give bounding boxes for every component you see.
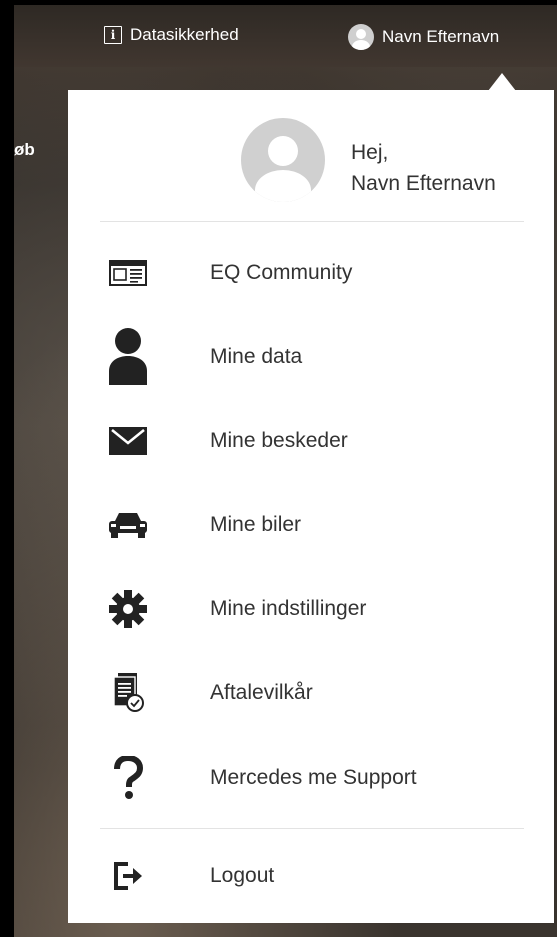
logout-button[interactable]: Logout: [68, 848, 554, 904]
divider: [100, 828, 524, 829]
gear-icon: [102, 583, 154, 635]
info-icon: i: [104, 26, 122, 44]
dropdown-caret: [488, 73, 516, 91]
greeting-text: Hej, Navn Efternavn: [351, 137, 496, 199]
divider: [100, 221, 524, 222]
question-icon: [102, 752, 154, 804]
logout-label: Logout: [210, 864, 275, 887]
logout-icon: [102, 850, 154, 902]
user-dropdown-menu: Hej, Navn Efternavn EQ Community Mine da…: [68, 90, 554, 923]
user-name-label: Navn Efternavn: [382, 27, 500, 46]
menu-item-mine-indstillinger[interactable]: Mine indstillinger: [68, 581, 554, 637]
community-icon: [102, 247, 154, 299]
background-frame: i Datasikkerhed Navn Efternavn øb Hej, N…: [14, 5, 557, 937]
menu-item-label: EQ Community: [210, 261, 353, 284]
menu-item-label: Mine indstillinger: [210, 597, 367, 620]
mail-icon: [102, 415, 154, 467]
greeting-line1: Hej,: [351, 141, 389, 164]
person-icon: [102, 328, 154, 385]
menu-item-label: Mine biler: [210, 513, 302, 536]
menu-item-mine-biler[interactable]: Mine biler: [68, 497, 554, 553]
greeting-name: Navn Efternavn: [351, 172, 496, 195]
menu-item-eq-community[interactable]: EQ Community: [68, 245, 554, 301]
profile-avatar-icon: [241, 118, 325, 202]
menu-item-mine-data[interactable]: Mine data: [68, 328, 554, 385]
menu-item-label: Mercedes me Support: [210, 766, 417, 789]
user-menu-button[interactable]: Navn Efternavn: [348, 24, 499, 50]
security-link[interactable]: i Datasikkerhed: [104, 25, 239, 45]
menu-item-mine-beskeder[interactable]: Mine beskeder: [68, 413, 554, 469]
document-icon: [102, 667, 154, 719]
menu-item-label: Aftalevilkår: [210, 681, 313, 704]
menu-item-aftalevilkar[interactable]: Aftalevilkår: [68, 665, 554, 721]
avatar-icon: [348, 24, 374, 50]
menu-item-label: Mine data: [210, 345, 303, 368]
security-label: Datasikkerhed: [130, 25, 239, 44]
nav-fragment-text: øb: [14, 140, 35, 159]
greeting-section: Hej, Navn Efternavn: [68, 90, 554, 221]
menu-item-label: Mine beskeder: [210, 429, 348, 452]
menu-item-support[interactable]: Mercedes me Support: [68, 750, 554, 806]
car-icon: [102, 499, 154, 551]
